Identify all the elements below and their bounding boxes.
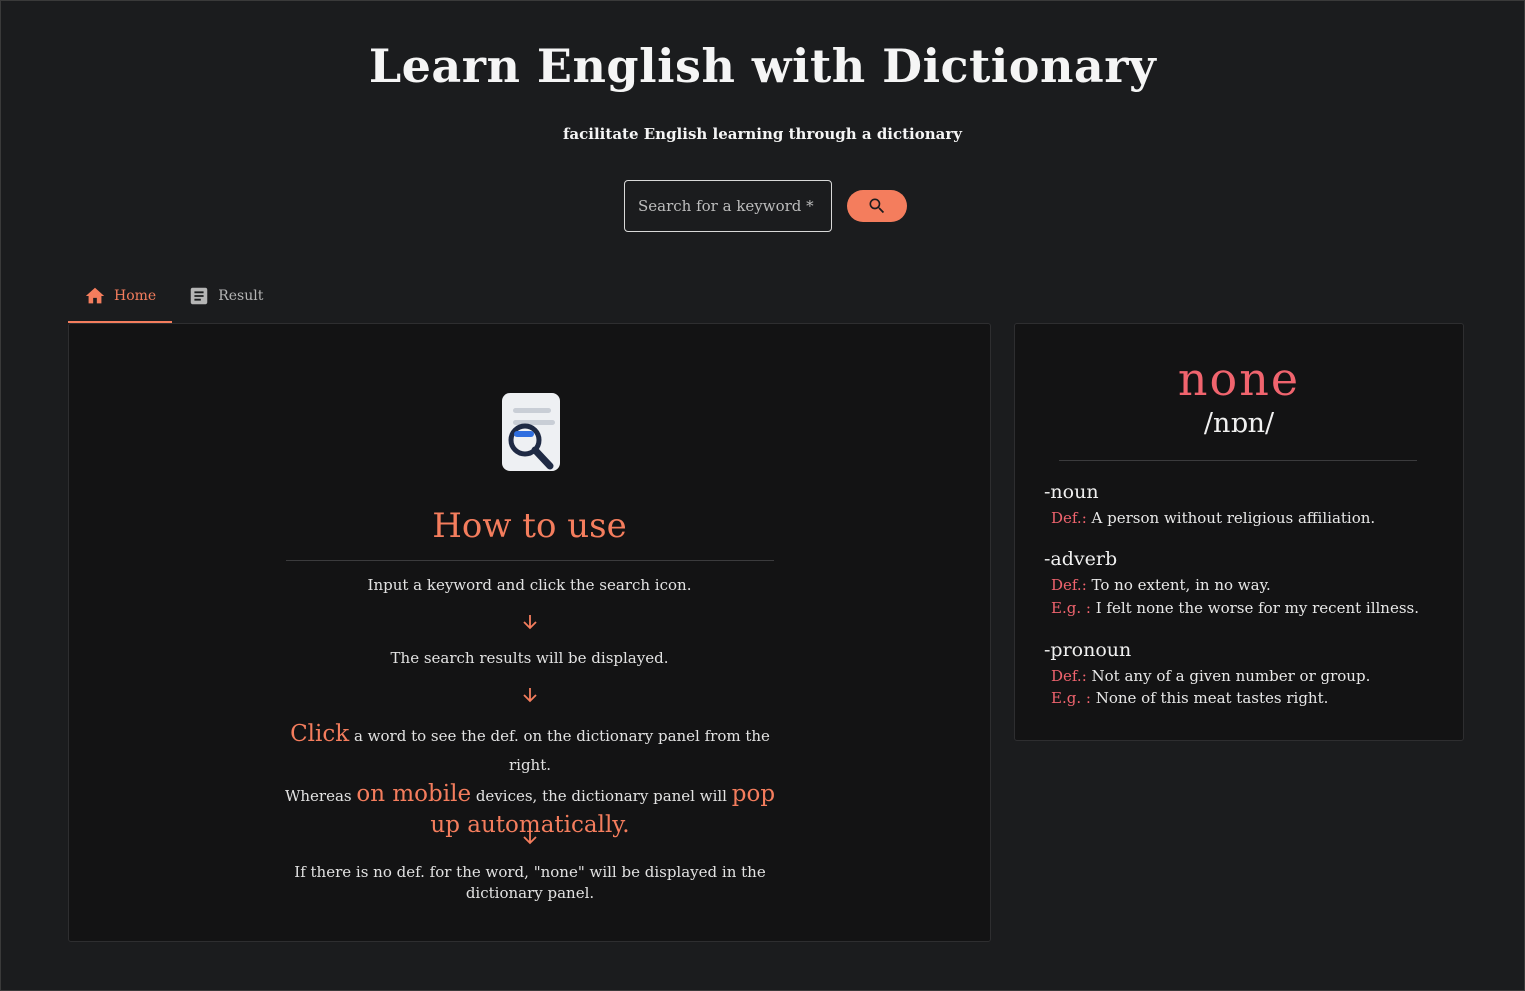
definition-line: Def.: To no extent, in no way. bbox=[1051, 576, 1271, 594]
tab-result-label: Result bbox=[218, 288, 264, 304]
dictionary-phonetic: /nɒn/ bbox=[1203, 408, 1275, 439]
tab-result[interactable]: Result bbox=[172, 271, 279, 321]
page-subtitle: facilitate English learning through a di… bbox=[562, 125, 963, 143]
example-line: E.g. : None of this meat tastes right. bbox=[1051, 689, 1328, 707]
eg-text: I felt none the worse for my recent illn… bbox=[1095, 599, 1419, 617]
click-highlight: Click bbox=[290, 721, 350, 747]
search-icon bbox=[869, 198, 885, 214]
arrow-down-icon bbox=[523, 615, 537, 630]
tab-home[interactable]: Home bbox=[68, 271, 173, 323]
search-input[interactable] bbox=[624, 180, 832, 232]
step-3-part-2: Whereas bbox=[284, 787, 357, 805]
how-to-title: How to use bbox=[432, 506, 627, 546]
on-mobile-highlight: on mobile bbox=[356, 781, 472, 807]
pos-pronoun: -pronoun bbox=[1044, 639, 1132, 661]
def-text: To no extent, in no way. bbox=[1091, 576, 1271, 594]
arrow-down-icon bbox=[523, 830, 537, 845]
search-button[interactable] bbox=[847, 190, 907, 222]
arrow-down-icon bbox=[523, 688, 537, 703]
dictionary-divider bbox=[1059, 460, 1417, 461]
step-3-text: Click a word to see the def. on the dict… bbox=[269, 720, 791, 842]
tab-home-label: Home bbox=[114, 288, 157, 304]
definition-line: Def.: A person without religious affilia… bbox=[1051, 509, 1375, 527]
def-text: Not any of a given number or group. bbox=[1091, 667, 1371, 685]
def-label: Def.: bbox=[1051, 667, 1087, 685]
document-search-icon bbox=[502, 393, 560, 471]
how-to-panel: How to use Input a keyword and click the… bbox=[68, 323, 991, 942]
dictionary-word: none bbox=[1177, 352, 1301, 406]
tab-bar: Home Result bbox=[68, 271, 279, 323]
dictionary-panel: none /nɒn/ -noun Def.: A person without … bbox=[1014, 323, 1464, 741]
page-title: Learn English with Dictionary bbox=[368, 39, 1157, 93]
def-label: Def.: bbox=[1051, 509, 1087, 527]
pos-adverb: -adverb bbox=[1044, 548, 1118, 570]
article-icon bbox=[190, 287, 208, 305]
eg-label: E.g. : bbox=[1051, 689, 1091, 707]
eg-label: E.g. : bbox=[1051, 599, 1091, 617]
step-3-part-1: a word to see the def. on the dictionary… bbox=[349, 727, 770, 774]
pos-noun: -noun bbox=[1044, 481, 1099, 503]
step-1-text: Input a keyword and click the search ico… bbox=[367, 576, 692, 594]
def-text: A person without religious affiliation. bbox=[1091, 509, 1376, 527]
definition-line: Def.: Not any of a given number or group… bbox=[1051, 667, 1370, 685]
step-2-text: The search results will be displayed. bbox=[390, 649, 669, 667]
def-label: Def.: bbox=[1051, 576, 1087, 594]
eg-text: None of this meat tastes right. bbox=[1095, 689, 1329, 707]
home-icon bbox=[85, 287, 105, 304]
how-to-divider bbox=[286, 560, 774, 561]
example-line: E.g. : I felt none the worse for my rece… bbox=[1051, 599, 1419, 617]
step-3-part-3: devices, the dictionary panel will bbox=[471, 787, 732, 805]
step-4-text: If there is no def. for the word, "none"… bbox=[294, 863, 766, 902]
